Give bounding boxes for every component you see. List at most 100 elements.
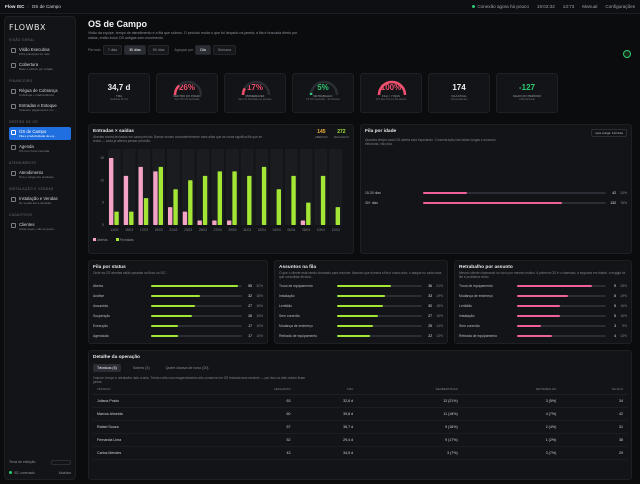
table-cell: 34 (560, 394, 627, 408)
row-bar-track (517, 295, 606, 297)
sidebar: FLOWBX VISÃO GERAL Visão Executiva KPIs pr… (4, 16, 76, 480)
table-row[interactable]: Fernanda Lima 52 29,4 d9 (17%) 1 (2%) 38 (93, 433, 627, 447)
list-item: Suspenção 26 15% (93, 311, 263, 321)
row-bar-track (151, 335, 242, 337)
row-label: Suspenção (93, 314, 110, 318)
bar-closed[interactable] (188, 180, 193, 225)
bar-closed[interactable] (306, 202, 311, 225)
bar-open[interactable] (109, 157, 114, 225)
sidebar-item-text: Entradas e Estoque Upload e pagamentos em… (19, 103, 57, 112)
refresh-button[interactable]: Atualizar (59, 471, 71, 475)
bar-closed[interactable] (261, 166, 267, 225)
bar-open[interactable] (182, 211, 188, 225)
list-item: Sem conexão 27 16% (279, 311, 443, 321)
row-percent: 21% (436, 284, 443, 288)
nav-icon (11, 171, 16, 176)
bar-closed[interactable] (291, 175, 296, 225)
bar-open[interactable] (138, 166, 143, 225)
settings-button[interactable]: Configurações (605, 4, 635, 9)
bar-open[interactable] (300, 220, 306, 225)
sidebar-item[interactable]: Régua de Cobrança Cobrança + inadimplênci… (9, 86, 71, 99)
bar-open[interactable] (212, 220, 217, 225)
bar-closed[interactable] (129, 211, 134, 225)
row-bar-fill (337, 315, 378, 317)
bar-open[interactable] (168, 207, 173, 225)
row-bar-track (337, 305, 422, 307)
row-bar-fill (151, 285, 239, 287)
row-bar-track (423, 192, 606, 194)
row-bar-fill (337, 325, 373, 327)
x-tick-label: 29/03 (228, 228, 236, 232)
table-row[interactable]: Carlos Mendes 43 34,5 d3 (7%) 3 (7%) 29 (93, 446, 627, 460)
breadcrumb[interactable]: OS de Campo (32, 4, 61, 9)
sidebar-item[interactable]: Entradas e Estoque Upload e pagamentos em… (9, 101, 71, 114)
row-label: Lentidão (459, 304, 473, 308)
sidebar-section-title: ATENDIMENTO (9, 161, 37, 165)
technicians-table: TÉCNICO FECHADAS TMA REABERTADAS RETRABALHO N… (93, 384, 627, 460)
legend-open-label: Abertas (96, 238, 108, 242)
group-day[interactable]: Dia (195, 45, 211, 55)
sidebar-item[interactable]: Agenda OS com hora marcada (9, 142, 71, 155)
closed-total: 272 FECHADAS (334, 129, 349, 143)
column-header[interactable]: FECHADAS (209, 384, 295, 395)
nav-icon (11, 223, 16, 228)
group-week[interactable]: Semana (212, 45, 237, 55)
row-count: 3 (614, 324, 616, 328)
bar-closed[interactable] (143, 198, 149, 225)
open-total: 145 ABERTAS (315, 129, 328, 143)
manual-button[interactable]: Manual (582, 4, 597, 9)
table-cell: 29,4 d (294, 433, 358, 447)
bar-closed[interactable] (173, 189, 178, 225)
subjects-title: Assuntos na fila (279, 265, 317, 270)
sidebar-item[interactable]: Clientes Ativar quem, não se quem... (9, 220, 71, 233)
bar-open[interactable] (123, 175, 129, 225)
bar-closed[interactable] (276, 189, 281, 225)
tab-subjects[interactable]: Sobres (3) (129, 364, 154, 372)
row-percent: 10% (256, 324, 263, 328)
nav-icon (11, 63, 16, 68)
column-header[interactable]: NA FILA (560, 384, 627, 395)
gauge-fill (241, 87, 246, 96)
bar-closed[interactable] (158, 166, 163, 225)
table-row[interactable]: Juliana Prado 63 32,6 d 13 (21%) 3 (5%) 34 (93, 394, 627, 408)
column-header[interactable]: RETRABALHO (461, 384, 561, 395)
bar-open[interactable] (197, 220, 202, 225)
list-item: 30+ dias 132 76% (365, 198, 627, 208)
bar-closed[interactable] (202, 175, 208, 225)
bar-closed[interactable] (232, 171, 237, 225)
tab-repeat-callers[interactable]: Quem clicava de novo (20) (162, 364, 213, 372)
table-cell: 9 (17%) (357, 433, 462, 447)
filter-60-days[interactable]: 60 dias (147, 45, 170, 55)
row-bar-track (151, 295, 242, 297)
help-bulb-icon[interactable] (623, 50, 631, 58)
gauge-track (241, 80, 271, 96)
bar-closed[interactable] (320, 175, 326, 225)
tab-technicians[interactable]: Técnicos (5) (93, 364, 121, 372)
sidebar-item[interactable]: Instalação e Vendas Do venda até a ativaç… (9, 194, 71, 207)
bar-closed[interactable] (247, 175, 252, 225)
theme-toggle[interactable] (51, 460, 71, 465)
column-header[interactable]: TÉCNICO (93, 384, 210, 395)
row-count: 33 (428, 294, 432, 298)
list-item: Instalação 5 16% (459, 311, 627, 321)
table-row[interactable]: Marcos Almeida 60 39,8 d 11 (18%) 4 (7%) 42 (93, 407, 627, 421)
filter-30-days[interactable]: 30 dias (124, 45, 146, 55)
bar-open[interactable] (153, 171, 158, 225)
row-count: 36 (428, 284, 432, 288)
sidebar-item[interactable]: Visão Executiva KPIs principais do mês (9, 45, 71, 58)
sidebar-item[interactable]: OS de Campo Fila e produtividade de eq... (9, 127, 71, 140)
filter-7-days[interactable]: 7 dias (102, 45, 123, 55)
bar-closed[interactable] (217, 171, 222, 225)
column-header[interactable]: TMA (294, 384, 358, 395)
bar-closed[interactable] (114, 211, 119, 225)
table-cell: 63 (209, 394, 295, 408)
sidebar-item-sub: OS com hora marcada (19, 149, 50, 153)
sidebar-item[interactable]: Cobertura Base e efetivo por cidade (9, 60, 71, 73)
column-header[interactable]: REABERTADAS (357, 384, 462, 395)
table-row[interactable]: Rafael Souza 57 36,7 d9 (16%) 2 (4%) 31 (93, 420, 627, 434)
bar-closed[interactable] (335, 207, 340, 225)
sidebar-item[interactable]: Atendimento SLA e carga dos analistas (9, 168, 71, 181)
list-item: Análise 32 18% (93, 291, 263, 301)
bar-open[interactable] (227, 220, 232, 225)
row-bar-track (423, 202, 606, 204)
